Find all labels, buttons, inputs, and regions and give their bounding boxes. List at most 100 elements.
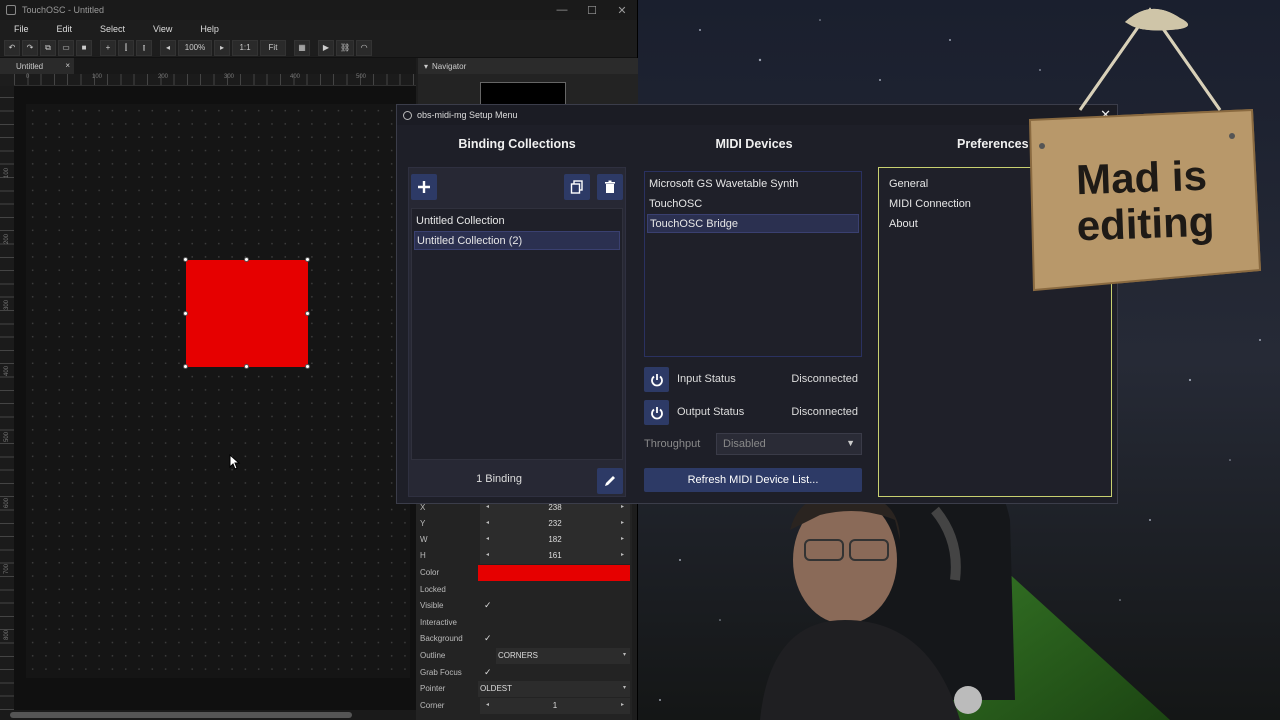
zoom-fit-button[interactable]: Fit	[260, 39, 286, 56]
menu-view[interactable]: View	[139, 24, 186, 34]
prop-corner: Corner ◂ 1 ▸	[416, 698, 632, 714]
resize-handle[interactable]	[183, 311, 188, 316]
tab-label: Untitled	[16, 61, 44, 71]
menu-bar: File Edit Select View Help	[0, 20, 637, 38]
paste-icon[interactable]: ▭	[58, 39, 74, 56]
corner-stepper[interactable]: ◂ 1 ▸	[480, 698, 630, 714]
color-swatch[interactable]	[478, 565, 630, 581]
sign-overlay: Mad is editing	[1028, 7, 1262, 292]
increment-arrow-icon[interactable]: ▸	[621, 535, 624, 542]
ruler-label: 500	[4, 431, 11, 443]
increment-arrow-icon[interactable]: ▸	[621, 503, 624, 510]
prop-value: 1	[552, 701, 558, 710]
prop-grab-focus: Grab Focus ✓	[416, 665, 632, 681]
close-tab-icon[interactable]: ×	[65, 61, 70, 70]
properties-panel: X ◂ 238 ▸ Y ◂ 232 ▸ W ◂ 182 ▸ H ◂ 161 ▸ …	[416, 500, 632, 720]
layout-canvas[interactable]	[26, 104, 410, 678]
resize-handle[interactable]	[305, 364, 310, 369]
trash-icon	[605, 180, 615, 193]
ruler-label: 300	[4, 299, 11, 311]
pointer-select[interactable]: OLDEST ▾	[478, 681, 630, 697]
navigator-title: Navigator	[432, 61, 467, 71]
prop-label: Corner	[420, 701, 445, 710]
ruler-label: 700	[4, 563, 11, 575]
undo-icon[interactable]: ↶	[4, 39, 20, 56]
resize-handle[interactable]	[305, 257, 310, 262]
list-item[interactable]: TouchOSC	[647, 194, 859, 213]
minimize-button[interactable]: —	[547, 4, 577, 17]
prop-label: X	[420, 503, 426, 512]
input-power-button[interactable]	[644, 367, 669, 392]
dialog-title: obs-midi-mg Setup Menu	[417, 110, 518, 120]
add-icon[interactable]: +	[100, 39, 116, 56]
grab-focus-checkbox[interactable]: ✓	[484, 667, 492, 678]
prop-w-stepper[interactable]: ◂ 182 ▸	[480, 532, 630, 548]
delete-collection-button[interactable]	[597, 174, 623, 200]
increment-arrow-icon[interactable]: ▸	[621, 701, 624, 708]
prop-y: Y ◂ 232 ▸	[416, 516, 632, 532]
resize-handle[interactable]	[244, 364, 249, 369]
vertical-ruler: 100 200 300 400 500 600 700 800	[0, 86, 14, 710]
zoom-in-icon[interactable]: ▸	[214, 39, 230, 56]
wifi-icon[interactable]: ◠	[356, 39, 373, 56]
throughput-select[interactable]: Disabled ▼	[716, 433, 862, 455]
output-power-button[interactable]	[644, 400, 669, 425]
list-item[interactable]: TouchOSC Bridge	[647, 214, 859, 233]
list-item[interactable]: Untitled Collection	[414, 211, 620, 230]
navigator-header[interactable]: ▾ Navigator	[418, 58, 638, 74]
prop-label: Y	[420, 519, 426, 528]
prop-label: Pointer	[420, 684, 446, 693]
align-right-icon[interactable]: ⫾	[136, 39, 152, 56]
increment-arrow-icon[interactable]: ▸	[621, 551, 624, 558]
select-value: CORNERS	[498, 651, 539, 660]
close-window-button[interactable]: ✕	[607, 4, 637, 17]
prop-background: Background ✓	[416, 631, 632, 647]
edit-bindings-button[interactable]	[597, 468, 623, 494]
menu-select[interactable]: Select	[86, 24, 139, 34]
collections-list: Untitled Collection Untitled Collection …	[411, 208, 623, 460]
visible-checkbox[interactable]: ✓	[484, 600, 492, 611]
copy-icon[interactable]: ⧉	[40, 39, 56, 56]
redo-icon[interactable]: ↷	[22, 39, 38, 56]
zoom-level[interactable]: 100%	[178, 39, 212, 56]
menu-edit[interactable]: Edit	[43, 24, 87, 34]
prop-label: Outline	[420, 651, 446, 660]
prop-value: 238	[548, 503, 562, 512]
power-icon	[650, 406, 663, 419]
resize-handle[interactable]	[183, 257, 188, 262]
background-checkbox[interactable]: ✓	[484, 633, 492, 644]
prop-color: Color	[416, 565, 632, 581]
resize-handle[interactable]	[183, 364, 188, 369]
binding-count: 1 Binding	[476, 473, 522, 485]
tab-untitled[interactable]: Untitled ×	[0, 58, 74, 74]
increment-arrow-icon[interactable]: ▸	[621, 519, 624, 526]
scrollbar-thumb[interactable]	[10, 712, 352, 718]
horizontal-scrollbar[interactable]	[0, 710, 416, 720]
delete-icon[interactable]: ■	[76, 39, 92, 56]
list-item[interactable]: Microsoft GS Wavetable Synth	[647, 174, 859, 193]
grid-icon[interactable]: ▦	[294, 39, 310, 56]
menu-help[interactable]: Help	[186, 24, 233, 34]
refresh-midi-devices-button[interactable]: Refresh MIDI Device List...	[644, 468, 862, 492]
link-icon[interactable]: ⛓	[336, 39, 355, 56]
resize-handle[interactable]	[305, 311, 310, 316]
prop-h-stepper[interactable]: ◂ 161 ▸	[480, 548, 630, 564]
collapse-arrow-icon: ▾	[424, 61, 429, 71]
box-control[interactable]	[186, 260, 308, 367]
outline-select[interactable]: CORNERS ▾	[496, 648, 630, 664]
maximize-button[interactable]: ☐	[577, 4, 607, 17]
zoom-out-icon[interactable]: ◂	[160, 39, 176, 56]
prop-h: H ◂ 161 ▸	[416, 548, 632, 564]
zoom-one-to-one-button[interactable]: 1:1	[232, 39, 258, 56]
menu-file[interactable]: File	[0, 24, 43, 34]
play-icon[interactable]: ▶	[318, 39, 334, 56]
align-left-icon[interactable]: ⫿	[118, 39, 134, 56]
dropdown-arrow-icon: ▾	[622, 652, 626, 658]
resize-handle[interactable]	[244, 257, 249, 262]
ruler-label: 200	[4, 233, 11, 245]
list-item[interactable]: Untitled Collection (2)	[414, 231, 620, 250]
plus-icon	[418, 181, 430, 193]
add-collection-button[interactable]	[411, 174, 437, 200]
duplicate-collection-button[interactable]	[564, 174, 590, 200]
prop-y-stepper[interactable]: ◂ 232 ▸	[480, 516, 630, 532]
